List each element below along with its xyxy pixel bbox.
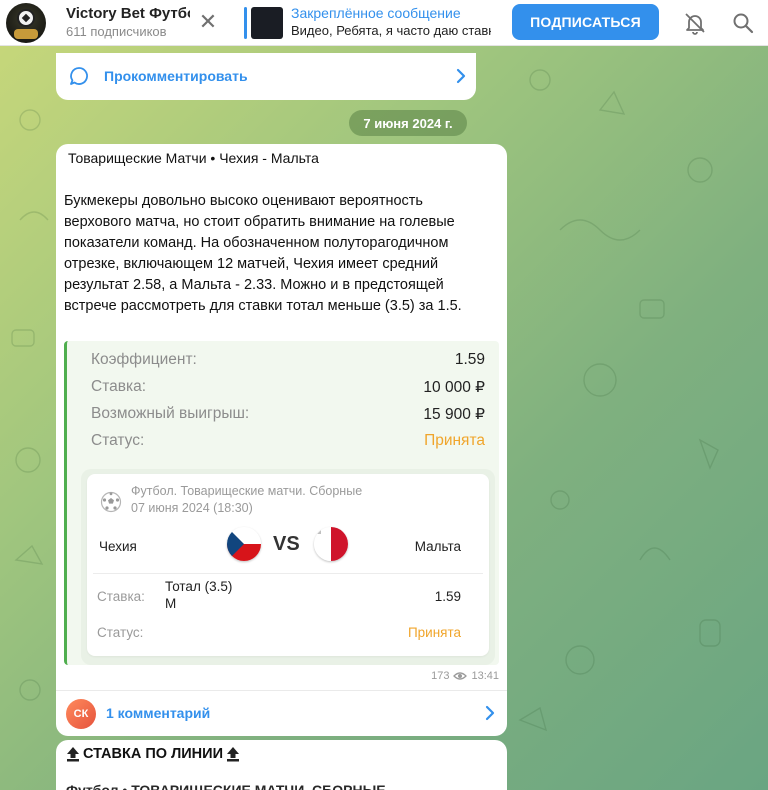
- comments-button[interactable]: СК 1 комментарий: [56, 691, 507, 736]
- post-subtitle: Футбол • ТОВАРИЩЕСКИЕ МАТЧИ. СБОРНЫЕ: [66, 782, 386, 790]
- match-bet-label: Ставка:: [97, 589, 145, 604]
- soccer-ball-icon: [17, 9, 35, 27]
- bet-status-value: Принята: [424, 432, 485, 449]
- subscribe-button[interactable]: ПОДПИСАТЬСЯ: [512, 4, 659, 40]
- comment-button[interactable]: Прокомментировать: [56, 53, 476, 100]
- bet-row-key: Статус:: [91, 432, 145, 449]
- top-arrow-icon: [67, 747, 79, 762]
- match-divider: [93, 573, 483, 574]
- post-title: СТАВКА ПО ЛИНИИ: [66, 746, 240, 762]
- bet-row-stake: Ставка: 10 000 ₽: [91, 378, 485, 400]
- team-home: Чехия: [99, 539, 137, 554]
- team-away: Мальта: [414, 539, 461, 554]
- pinned-thumbnail[interactable]: [251, 7, 283, 39]
- date-separator: 7 июня 2024 г.: [349, 110, 467, 136]
- match-card: Футбол. Товарищеские матчи. Сборные 07 и…: [81, 469, 495, 665]
- bet-row-key: Ставка:: [91, 378, 147, 395]
- avatar-trophy: [14, 29, 38, 39]
- versus-label: VS: [273, 533, 300, 555]
- channel-post-next: СТАВКА ПО ЛИНИИ Футбол • ТОВАРИЩЕСКИЕ МА…: [56, 740, 507, 790]
- malta-flag-icon: [314, 527, 348, 561]
- post-body: Букмекеры довольно высоко оценивают веро…: [64, 193, 462, 314]
- channel-header: Victory Bet Футбол 611 подписчиков ✕ Зак…: [0, 0, 768, 46]
- comment-label: Прокомментировать: [104, 68, 248, 84]
- post-title-text: СТАВКА ПО ЛИНИИ: [83, 746, 223, 762]
- bet-slip: Коэффициент: 1.59 Ставка: 10 000 ₽ Возмо…: [64, 341, 499, 665]
- channel-post: Товарищеские Матчи • Чехия - Мальта Букм…: [56, 144, 507, 736]
- match-bet-odds: 1.59: [434, 589, 461, 604]
- search-icon[interactable]: [730, 10, 756, 36]
- match-datetime: 07 июня 2024 (18:30): [131, 501, 253, 515]
- soccer-ball-icon: [100, 491, 122, 513]
- pinned-title[interactable]: Закреплённое сообщение: [291, 5, 461, 21]
- commenter-avatar: СК: [66, 699, 96, 729]
- pinned-text[interactable]: Видео, Ребята, я часто даю ставки: [291, 23, 491, 38]
- eye-icon: [453, 672, 468, 680]
- bet-row-key: Коэффициент:: [91, 351, 197, 368]
- bet-row-value: 10 000 ₽: [423, 379, 485, 396]
- pinned-indicator: [244, 7, 247, 39]
- view-count: 173: [431, 670, 450, 682]
- match-card-body: Футбол. Товарищеские матчи. Сборные 07 и…: [87, 474, 489, 656]
- channel-title[interactable]: Victory Bet Футбол: [66, 5, 190, 22]
- top-arrow-icon: [227, 747, 239, 762]
- match-status-label: Статус:: [97, 625, 144, 640]
- post-meta: 173 13:41: [431, 670, 499, 682]
- bet-row-value: 1.59: [454, 351, 485, 368]
- bet-row-key: Возможный выигрыш:: [91, 405, 250, 422]
- bet-row-value: 15 900 ₽: [423, 406, 485, 423]
- match-status-value: Принята: [407, 625, 461, 640]
- channel-avatar[interactable]: [6, 3, 46, 43]
- comments-label: 1 комментарий: [106, 705, 211, 721]
- post-time: 13:41: [471, 670, 499, 682]
- bet-row-payout: Возможный выигрыш: 15 900 ₽: [91, 405, 485, 427]
- close-icon[interactable]: ✕: [196, 10, 220, 34]
- czech-flag-icon: [227, 527, 261, 561]
- post-title: Товарищеские Матчи • Чехия - Мальта: [68, 150, 319, 166]
- mute-bell-icon[interactable]: [682, 10, 708, 36]
- subscriber-count: 611 подписчиков: [66, 24, 167, 39]
- chevron-right-icon: [456, 68, 466, 84]
- match-bet-name: Тотал (3.5) М: [165, 579, 233, 611]
- comment-icon: [70, 67, 88, 85]
- bet-row-odds: Коэффициент: 1.59: [91, 351, 485, 373]
- match-league: Футбол. Товарищеские матчи. Сборные: [131, 484, 363, 498]
- chevron-right-icon: [485, 705, 495, 721]
- bet-row-status: Статус: Принята: [91, 432, 485, 454]
